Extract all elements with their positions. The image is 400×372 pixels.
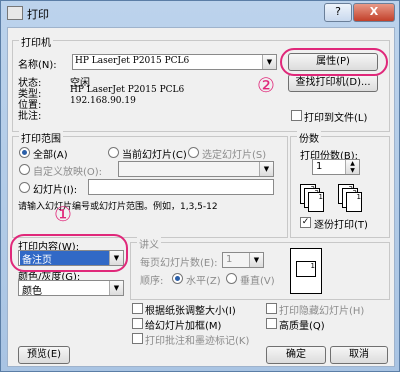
- handout-preview: 1: [290, 248, 322, 294]
- collate-page: 1: [308, 192, 324, 212]
- print-dialog: 打印 ? X 打印机 名称(N): HP LaserJet P2015 PCL6…: [0, 0, 400, 372]
- range-current-radio[interactable]: [108, 147, 119, 158]
- find-printer-button[interactable]: 查找打印机(D)...: [288, 74, 378, 92]
- ok-button[interactable]: 确定: [266, 346, 326, 364]
- print-to-file-checkbox[interactable]: [291, 110, 302, 121]
- handout-preview-slide: 1: [296, 261, 316, 277]
- copies-count-spinner[interactable]: 1 ▲ ▼: [312, 159, 360, 175]
- chevron-down-icon[interactable]: ▼: [249, 253, 263, 267]
- range-all-radio[interactable]: [19, 147, 30, 158]
- range-custom-radio[interactable]: [19, 164, 30, 175]
- help-button[interactable]: ?: [324, 3, 352, 22]
- printer-group-label: 打印机: [19, 34, 53, 49]
- handouts-label: 讲义: [137, 236, 161, 251]
- color-select[interactable]: 颜色 ▼: [18, 280, 124, 297]
- range-selection-label: 选定幻灯片(S): [202, 150, 267, 161]
- order-horizontal-label: 水平(Z): [186, 276, 221, 287]
- chevron-down-icon[interactable]: ▼: [262, 55, 276, 69]
- window-title: 打印: [27, 8, 49, 21]
- range-custom-label: 自定义放映(O):: [33, 167, 103, 178]
- range-selection-radio[interactable]: [188, 147, 199, 158]
- chevron-down-icon[interactable]: ▼: [109, 281, 123, 295]
- highlight-print-what: [10, 234, 128, 272]
- annotation-two: ②: [257, 73, 275, 97]
- high-quality-label: 高质量(Q): [279, 321, 325, 332]
- high-quality-checkbox[interactable]: [266, 318, 277, 329]
- range-hint: 请输入幻灯片编号或幻灯片范围。例如，1,3,5-12: [18, 202, 218, 212]
- type-value: HP LaserJet P2015 PCL6: [70, 85, 185, 95]
- copies-label: 份数: [297, 130, 321, 145]
- per-page-select[interactable]: 1 ▼: [222, 252, 264, 268]
- range-slides-radio[interactable]: [19, 182, 30, 193]
- color-value: 颜色: [22, 286, 42, 297]
- frame-slides-label: 给幻灯片加框(M): [145, 321, 222, 332]
- order-vertical-label: 垂直(V): [240, 276, 275, 287]
- printer-name-label: 名称(N):: [18, 60, 57, 71]
- location-value: 192.168.90.19: [70, 96, 136, 106]
- copies-count-value: 1: [316, 161, 323, 172]
- chevron-down-icon[interactable]: ▼: [259, 162, 273, 176]
- comment-label: 批注:: [18, 111, 42, 122]
- title-bar: 打印 ? X: [1, 1, 399, 25]
- frame-slides-checkbox[interactable]: [132, 318, 143, 329]
- print-to-file-label: 打印到文件(L): [304, 113, 368, 124]
- custom-show-select[interactable]: ▼: [118, 161, 274, 177]
- close-button[interactable]: X: [353, 3, 395, 22]
- per-page-value: 1: [226, 254, 233, 265]
- handouts-group: 讲义: [130, 236, 390, 300]
- range-slides-label: 幻灯片(I):: [33, 185, 78, 196]
- range-all-label: 全部(A): [33, 150, 68, 161]
- order-label: 顺序:: [140, 276, 164, 287]
- print-hidden-checkbox[interactable]: [266, 303, 277, 314]
- order-horizontal-radio[interactable]: [172, 273, 183, 284]
- print-comments-label: 打印批注和墨迹标记(K): [145, 336, 250, 347]
- print-range-label: 打印范围: [19, 130, 63, 145]
- range-current-label: 当前幻灯片(C): [122, 150, 187, 161]
- cancel-button[interactable]: 取消: [330, 346, 388, 364]
- printer-icon: [7, 6, 23, 20]
- order-vertical-radio[interactable]: [226, 273, 237, 284]
- printer-name-value: HP LaserJet P2015 PCL6: [75, 56, 190, 66]
- highlight-properties: [280, 48, 388, 76]
- scale-to-fit-label: 根据纸张调整大小(I): [145, 306, 236, 317]
- per-page-label: 每页幻灯片数(E):: [140, 258, 218, 269]
- collate-label: 逐份打印(T): [314, 220, 368, 231]
- printer-name-select[interactable]: HP LaserJet P2015 PCL6 ▼: [72, 54, 277, 70]
- collate-page: 1: [346, 192, 362, 212]
- annotation-one: ①: [54, 202, 72, 226]
- preview-button[interactable]: 预览(E): [18, 346, 70, 364]
- slides-input[interactable]: [88, 179, 274, 195]
- spinner-arrows-icon[interactable]: ▲ ▼: [345, 160, 359, 174]
- scale-to-fit-checkbox[interactable]: [132, 303, 143, 314]
- print-hidden-label: 打印隐藏幻灯片(H): [279, 306, 365, 317]
- print-comments-checkbox[interactable]: [132, 333, 143, 344]
- collate-checkbox[interactable]: ✓: [300, 217, 311, 228]
- dialog-body: 打印机 名称(N): HP LaserJet P2015 PCL6 ▼ 属性(P…: [7, 27, 395, 367]
